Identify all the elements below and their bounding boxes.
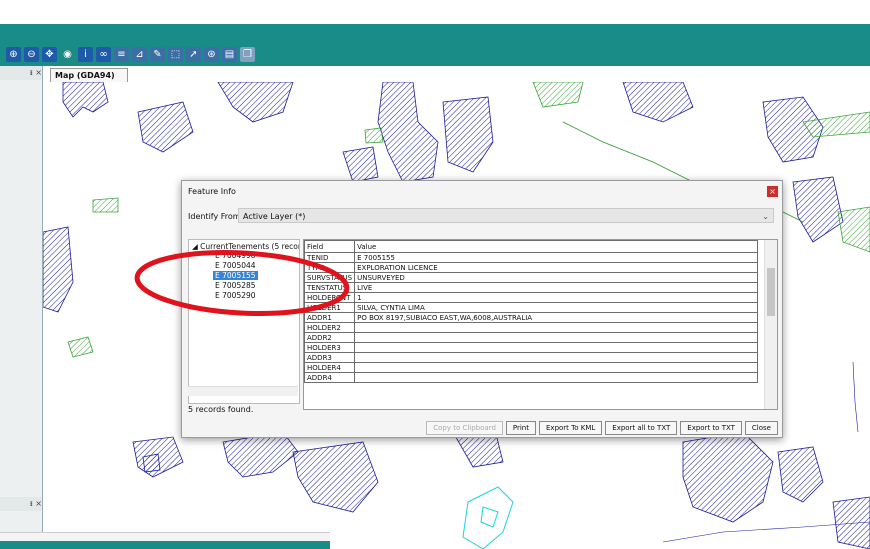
cell-field: SURVSTATUS (304, 272, 356, 283)
cell-field: ADDR3 (304, 352, 356, 363)
cell-field: ADDR1 (304, 312, 356, 323)
tree-item[interactable]: E 7005285 (215, 281, 256, 290)
cell-field: HOLDER1 (304, 302, 356, 313)
copy-to-clipboard-button[interactable]: Copy to Clipboard (426, 421, 503, 435)
dialog-button-row: Copy to Clipboard Print Export To KML Ex… (426, 421, 778, 435)
table-row[interactable]: HOLDER1 SILVA, CYNTIA LIMA (304, 302, 759, 313)
cell-value (354, 342, 759, 353)
table-row[interactable]: HOLDERCNT 1 (304, 292, 759, 303)
tree-item[interactable]: E 7004998 (215, 251, 256, 260)
layers-panel (0, 66, 43, 549)
cell-field: ADDR2 (304, 332, 356, 343)
cell-value: 1 (354, 292, 759, 303)
tree-root[interactable]: ◢ CurrentTenements (5 recor (192, 242, 300, 251)
cell-value (354, 322, 759, 333)
tree-item[interactable]: E 7005044 (215, 261, 256, 270)
table-row[interactable]: TENSTATUS LIVE (304, 282, 759, 293)
cell-value: LIVE (354, 282, 759, 293)
column-header-value[interactable]: Value (354, 240, 759, 253)
cell-field: TYPE (304, 262, 356, 273)
close-icon[interactable]: × (767, 186, 778, 197)
info-icon[interactable]: i (78, 46, 93, 62)
cell-field: HOLDER4 (304, 362, 356, 373)
export-kml-button[interactable]: Export To KML (539, 421, 603, 435)
print-icon[interactable]: ▤ (222, 46, 237, 62)
table-row[interactable]: HOLDER4 (304, 362, 759, 373)
map-toolbar: ⊕ ⊖ ✥ ◉ i ∞ ≡ ⊿ ✎ ⬚ ➚ ⊛ ▤ ❐ (6, 44, 255, 64)
expand-icon[interactable]: ◢ (192, 242, 198, 251)
zoom-extent-icon[interactable]: ◉ (60, 46, 75, 62)
cell-value: UNSURVEYED (354, 272, 759, 283)
binoculars-icon[interactable]: ∞ (96, 46, 111, 62)
cell-field: TENID (304, 252, 356, 263)
lower-panel-header[interactable]: ᵻ × (0, 497, 42, 511)
zoom-out-icon[interactable]: ⊖ (24, 46, 39, 62)
globe-icon[interactable]: ⊛ (204, 46, 219, 62)
table-row[interactable]: ADDR4 (304, 372, 759, 383)
cyan-polygons (462, 486, 514, 549)
table-row[interactable]: TENID E 7005155 (304, 252, 759, 263)
tree-item[interactable]: E 7005155 (213, 271, 258, 280)
cell-field: HOLDER2 (304, 322, 356, 333)
cell-field: ADDR4 (304, 372, 356, 383)
table-row[interactable]: HOLDER3 (304, 342, 759, 353)
feature-info-dialog: Feature Info × Identify From Active Laye… (181, 180, 783, 438)
cell-value (354, 332, 759, 343)
chevron-down-icon: ⌄ (762, 212, 769, 221)
cell-value (354, 372, 759, 383)
export-txt-button[interactable]: Export to TXT (680, 421, 742, 435)
layers-panel-header[interactable]: ᵻ × (0, 66, 42, 80)
scrollbar-thumb[interactable] (767, 268, 775, 316)
select-icon[interactable]: ⬚ (168, 46, 183, 62)
export-all-txt-button[interactable]: Export all to TXT (605, 421, 678, 435)
dialog-title: Feature Info (188, 187, 236, 196)
cell-value: SILVA, CYNTIA LIMA (354, 302, 759, 313)
table-vertical-scrollbar[interactable] (764, 240, 777, 409)
lower-teal-bar (0, 541, 330, 549)
cell-field: TENSTATUS (304, 282, 356, 293)
attribute-table: Field Value TENID E 7005155 TYPE EXPLORATIO… (303, 239, 778, 410)
print-button[interactable]: Print (505, 421, 536, 435)
table-row[interactable]: SURVSTATUS UNSURVEYED (304, 272, 759, 283)
table-row[interactable]: ADDR3 (304, 352, 759, 363)
cell-value: EXPLORATION LICENCE (354, 262, 759, 273)
tree-root-label: CurrentTenements (5 recor (200, 242, 300, 251)
status-text: 5 records found. (188, 405, 254, 414)
pan-icon[interactable]: ✥ (42, 46, 57, 62)
cell-field: HOLDER3 (304, 342, 356, 353)
column-header-field[interactable]: Field (304, 240, 356, 253)
cell-value (354, 362, 759, 373)
table-row[interactable]: HOLDER2 (304, 322, 759, 333)
copy-icon[interactable]: ❐ (240, 46, 255, 62)
cell-value: E 7005155 (354, 252, 759, 263)
table-row[interactable]: ADDR2 (304, 332, 759, 343)
cell-field: HOLDERCNT (304, 292, 356, 303)
identify-from-select[interactable]: Active Layer (*) ⌄ (238, 208, 774, 223)
zoom-in-icon[interactable]: ⊕ (6, 46, 21, 62)
pointer-icon[interactable]: ➚ (186, 46, 201, 62)
draw-icon[interactable]: ✎ (150, 46, 165, 62)
table-row[interactable]: ADDR1 PO BOX 8197,SUBIACO EAST,WA,6008,AU… (304, 312, 759, 323)
close-button[interactable]: Close (744, 421, 778, 435)
table-row[interactable]: TYPE EXPLORATION LICENCE (304, 262, 759, 273)
feature-tree[interactable]: ◢ CurrentTenements (5 recor E 7004998 E 7… (188, 239, 300, 404)
tree-horizontal-scrollbar[interactable] (188, 386, 298, 396)
map-tab[interactable]: Map (GDA94) (50, 68, 128, 82)
layers-icon[interactable]: ≡ (114, 46, 129, 62)
cell-value (354, 352, 759, 363)
tree-item[interactable]: E 7005290 (215, 291, 256, 300)
measure-icon[interactable]: ⊿ (132, 46, 147, 62)
identify-from-label: Identify From (188, 212, 241, 221)
identify-from-value: Active Layer (*) (243, 212, 306, 221)
cell-value: PO BOX 8197,SUBIACO EAST,WA,6008,AUSTRAL… (354, 312, 759, 323)
